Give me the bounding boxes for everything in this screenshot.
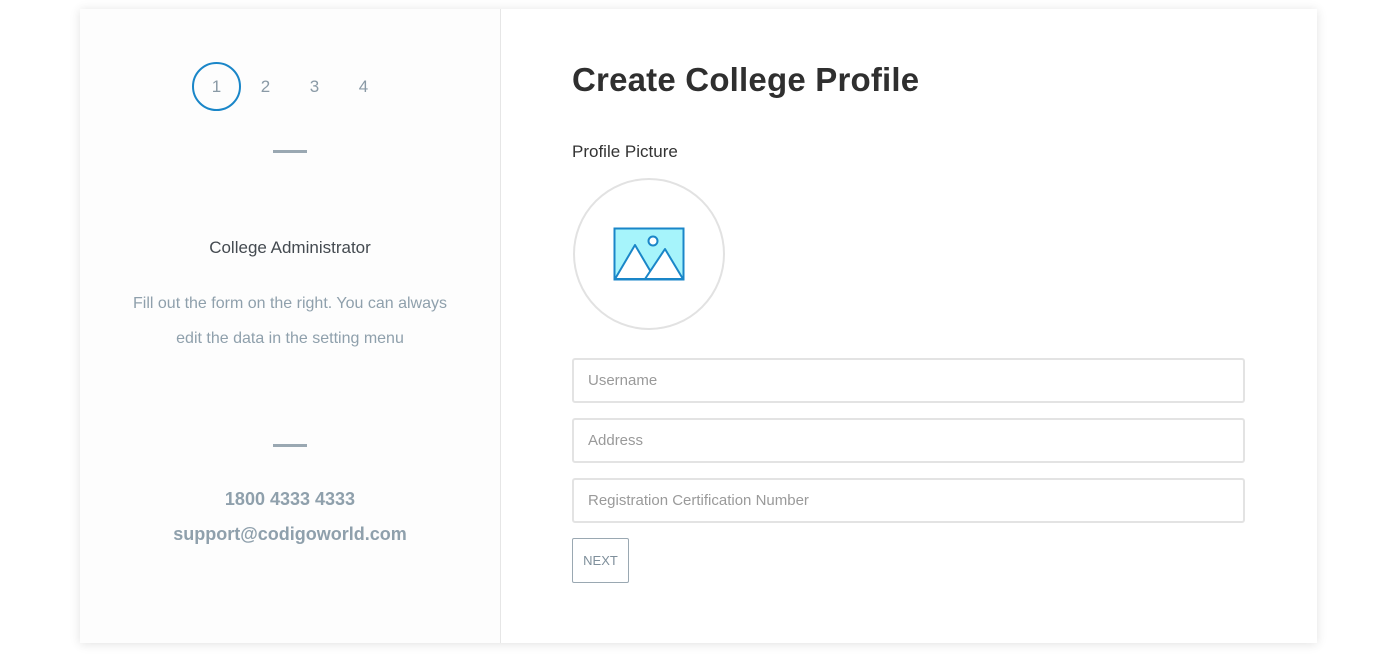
divider-top: [273, 150, 307, 153]
step-2[interactable]: 2: [241, 62, 290, 111]
step-indicator: 1 2 3 4: [192, 62, 388, 111]
next-button[interactable]: NEXT: [572, 538, 629, 583]
profile-picture-upload[interactable]: [573, 178, 725, 330]
support-email: support@codigoworld.com: [173, 524, 407, 544]
role-description: Fill out the form on the right. You can …: [133, 295, 447, 347]
role-title: College Administrator: [209, 238, 371, 257]
address-input[interactable]: [572, 418, 1245, 463]
sidebar-panel: 1 2 3 4 College Administrator Fill out t…: [80, 9, 501, 643]
step-3[interactable]: 3: [290, 62, 339, 111]
page-title: Create College Profile: [572, 61, 920, 98]
image-placeholder-icon: [613, 227, 685, 281]
profile-picture-label: Profile Picture: [572, 142, 678, 161]
step-4[interactable]: 4: [339, 62, 388, 111]
username-input[interactable]: [572, 358, 1245, 403]
step-1[interactable]: 1: [192, 62, 241, 111]
divider-bottom: [273, 444, 307, 447]
registration-number-input[interactable]: [572, 478, 1245, 523]
form-panel: Create College Profile Profile Picture N…: [501, 9, 1317, 643]
support-phone: 1800 4333 4333: [224, 489, 356, 509]
profile-card: 1 2 3 4 College Administrator Fill out t…: [80, 9, 1317, 643]
